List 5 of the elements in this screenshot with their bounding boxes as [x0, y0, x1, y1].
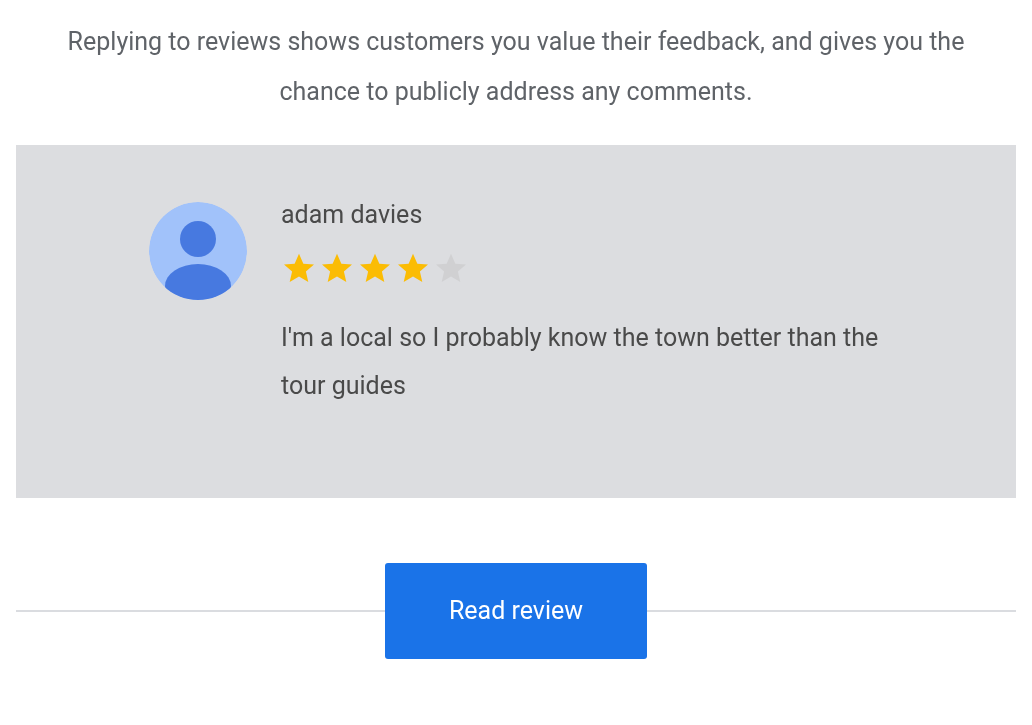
read-review-button[interactable]: Read review [385, 563, 647, 659]
intro-text: Replying to reviews shows customers you value their feedback, and gives you the chance to publicly address any comments. [66, 26, 966, 108]
reviewer-name: adam davies [281, 199, 424, 231]
avatar-icon [149, 202, 247, 300]
review-text: I'm a local so I probably know the town better than the tour guides [281, 322, 880, 402]
